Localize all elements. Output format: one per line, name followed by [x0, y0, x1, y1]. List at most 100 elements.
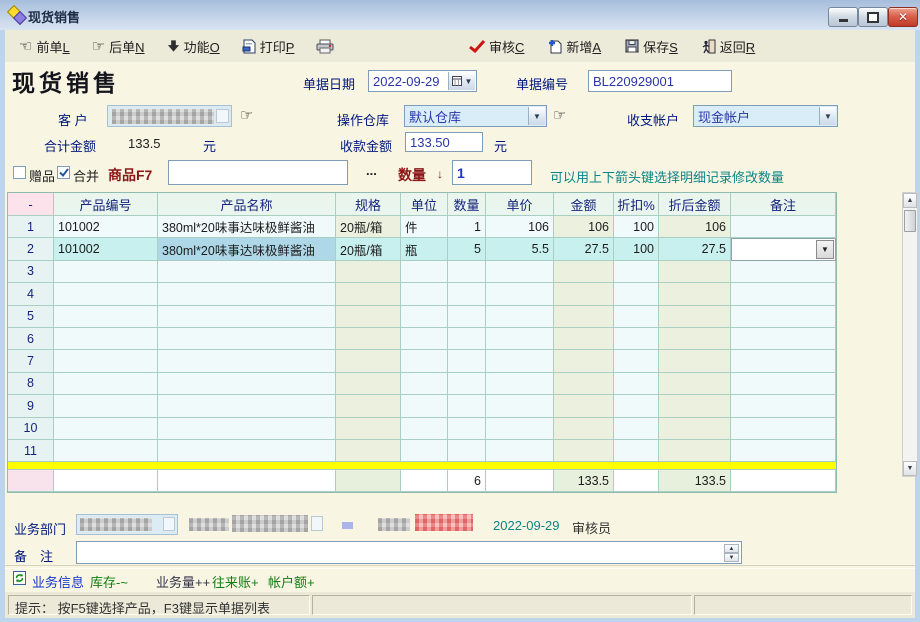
row-number-cell[interactable]: 11 [8, 440, 54, 462]
grid-cell[interactable] [448, 418, 486, 440]
scroll-up-button[interactable]: ▲ [903, 193, 917, 208]
grid-cell[interactable]: 100 [614, 238, 659, 260]
customer-clear-box[interactable] [216, 109, 229, 123]
scroll-down-button[interactable]: ▼ [903, 461, 917, 476]
grid-cell[interactable] [336, 261, 401, 283]
grid-cell[interactable] [448, 306, 486, 328]
grid-cell[interactable] [731, 261, 836, 283]
grid-cell[interactable] [554, 440, 614, 462]
grid-cell[interactable]: 106 [554, 216, 614, 238]
account-dropdown-arrow[interactable]: ▼ [819, 107, 836, 125]
printer-icon-button[interactable] [310, 34, 340, 59]
grid-cell[interactable] [659, 261, 731, 283]
grid-cell[interactable] [486, 261, 554, 283]
grid-cell[interactable] [54, 350, 158, 372]
grid-cell[interactable] [554, 395, 614, 417]
grid-cell[interactable] [659, 306, 731, 328]
grid-cell[interactable] [448, 395, 486, 417]
grid-cell[interactable] [659, 328, 731, 350]
grid-cell[interactable] [54, 373, 158, 395]
grid-cell[interactable] [158, 328, 336, 350]
grid-cell[interactable] [731, 395, 836, 417]
grid-cell[interactable]: 27.5 [554, 238, 614, 260]
row-number-cell[interactable]: 7 [8, 350, 54, 372]
doc-date-field[interactable]: 2022-09-29 ▼ [368, 70, 477, 92]
remark-input[interactable]: ▲▼ [76, 541, 742, 564]
grid-cell[interactable] [614, 373, 659, 395]
customer-picker-hand-icon[interactable]: ☞ [240, 106, 253, 124]
warehouse-combo[interactable]: 默认仓库 ▼ [404, 105, 547, 127]
grid-cell[interactable] [486, 306, 554, 328]
minimize-button[interactable] [828, 7, 858, 27]
scroll-thumb[interactable] [904, 210, 916, 232]
grid-cell[interactable] [486, 373, 554, 395]
grid-cell[interactable] [158, 373, 336, 395]
grid-cell[interactable] [554, 306, 614, 328]
dept-field[interactable] [76, 514, 178, 535]
print-button[interactable]: 打印P [236, 34, 301, 59]
audit-button[interactable]: 审核C [463, 34, 530, 59]
grid-cell[interactable] [614, 306, 659, 328]
link-account-balance[interactable]: 帐户额+ [268, 572, 315, 591]
grid-cell[interactable] [54, 395, 158, 417]
grid-cell[interactable] [54, 261, 158, 283]
grid-cell[interactable] [336, 283, 401, 305]
gift-checkbox[interactable] [13, 166, 26, 179]
row-number-cell[interactable]: 4 [8, 283, 54, 305]
grid-cell[interactable] [486, 283, 554, 305]
grid-cell[interactable] [158, 440, 336, 462]
remark-dropdown-button[interactable]: ▼ [816, 240, 834, 258]
row-number-cell[interactable]: 8 [8, 373, 54, 395]
grid-cell[interactable] [486, 350, 554, 372]
grid-cell[interactable] [336, 373, 401, 395]
link-transactions[interactable]: 往来账+ [212, 572, 259, 591]
warehouse-dropdown-arrow[interactable]: ▼ [528, 107, 545, 125]
next-doc-button[interactable]: ☞ 后单N [86, 34, 151, 59]
grid-cell[interactable]: 106 [659, 216, 731, 238]
grid-cell[interactable] [158, 395, 336, 417]
grid-cell[interactable] [659, 418, 731, 440]
grid-cell[interactable] [614, 261, 659, 283]
grid-cell[interactable] [659, 350, 731, 372]
row-number-cell[interactable]: 1 [8, 216, 54, 238]
product-input[interactable] [168, 160, 348, 185]
grid-cell[interactable]: 101002 [54, 216, 158, 238]
grid-cell[interactable] [336, 328, 401, 350]
grid-cell[interactable] [54, 283, 158, 305]
row-number-cell[interactable]: 2 [8, 238, 54, 260]
grid-cell[interactable] [554, 261, 614, 283]
grid-cell[interactable] [731, 283, 836, 305]
maximize-button[interactable] [858, 7, 888, 27]
grid-cell[interactable]: 380ml*20味事达味极鲜酱油 [158, 216, 336, 238]
grid-cell[interactable] [401, 373, 448, 395]
row-number-cell[interactable]: 5 [8, 306, 54, 328]
grid-cell[interactable] [401, 261, 448, 283]
grid-cell[interactable] [614, 328, 659, 350]
grid-cell[interactable] [401, 283, 448, 305]
grid-cell[interactable] [731, 418, 836, 440]
account-combo[interactable]: 现金帐户 ▼ [693, 105, 838, 127]
grid-cell[interactable] [336, 418, 401, 440]
grid-cell[interactable]: 106 [486, 216, 554, 238]
link-inventory[interactable]: 库存-~ [90, 572, 128, 591]
grid-cell[interactable] [659, 373, 731, 395]
small-box[interactable] [311, 516, 323, 531]
grid-cell[interactable] [158, 283, 336, 305]
grid-cell[interactable] [659, 440, 731, 462]
row-number-cell[interactable]: 9 [8, 395, 54, 417]
grid-cell[interactable]: 1 [448, 216, 486, 238]
grid-cell[interactable] [336, 306, 401, 328]
calendar-dropdown-button[interactable]: ▼ [448, 72, 475, 90]
grid-cell[interactable] [54, 306, 158, 328]
grid-cell[interactable] [554, 283, 614, 305]
grid-cell[interactable] [401, 418, 448, 440]
grid-cell[interactable]: ▼ [731, 238, 836, 260]
grid-cell[interactable] [401, 350, 448, 372]
merge-checkbox[interactable] [57, 166, 70, 179]
grid-cell[interactable] [54, 328, 158, 350]
grid-cell[interactable] [448, 283, 486, 305]
grid-cell[interactable] [401, 440, 448, 462]
grid-cell[interactable]: 380ml*20味事达味极鲜酱油 [158, 238, 336, 260]
row-number-cell[interactable]: 10 [8, 418, 54, 440]
grid-cell[interactable] [486, 328, 554, 350]
